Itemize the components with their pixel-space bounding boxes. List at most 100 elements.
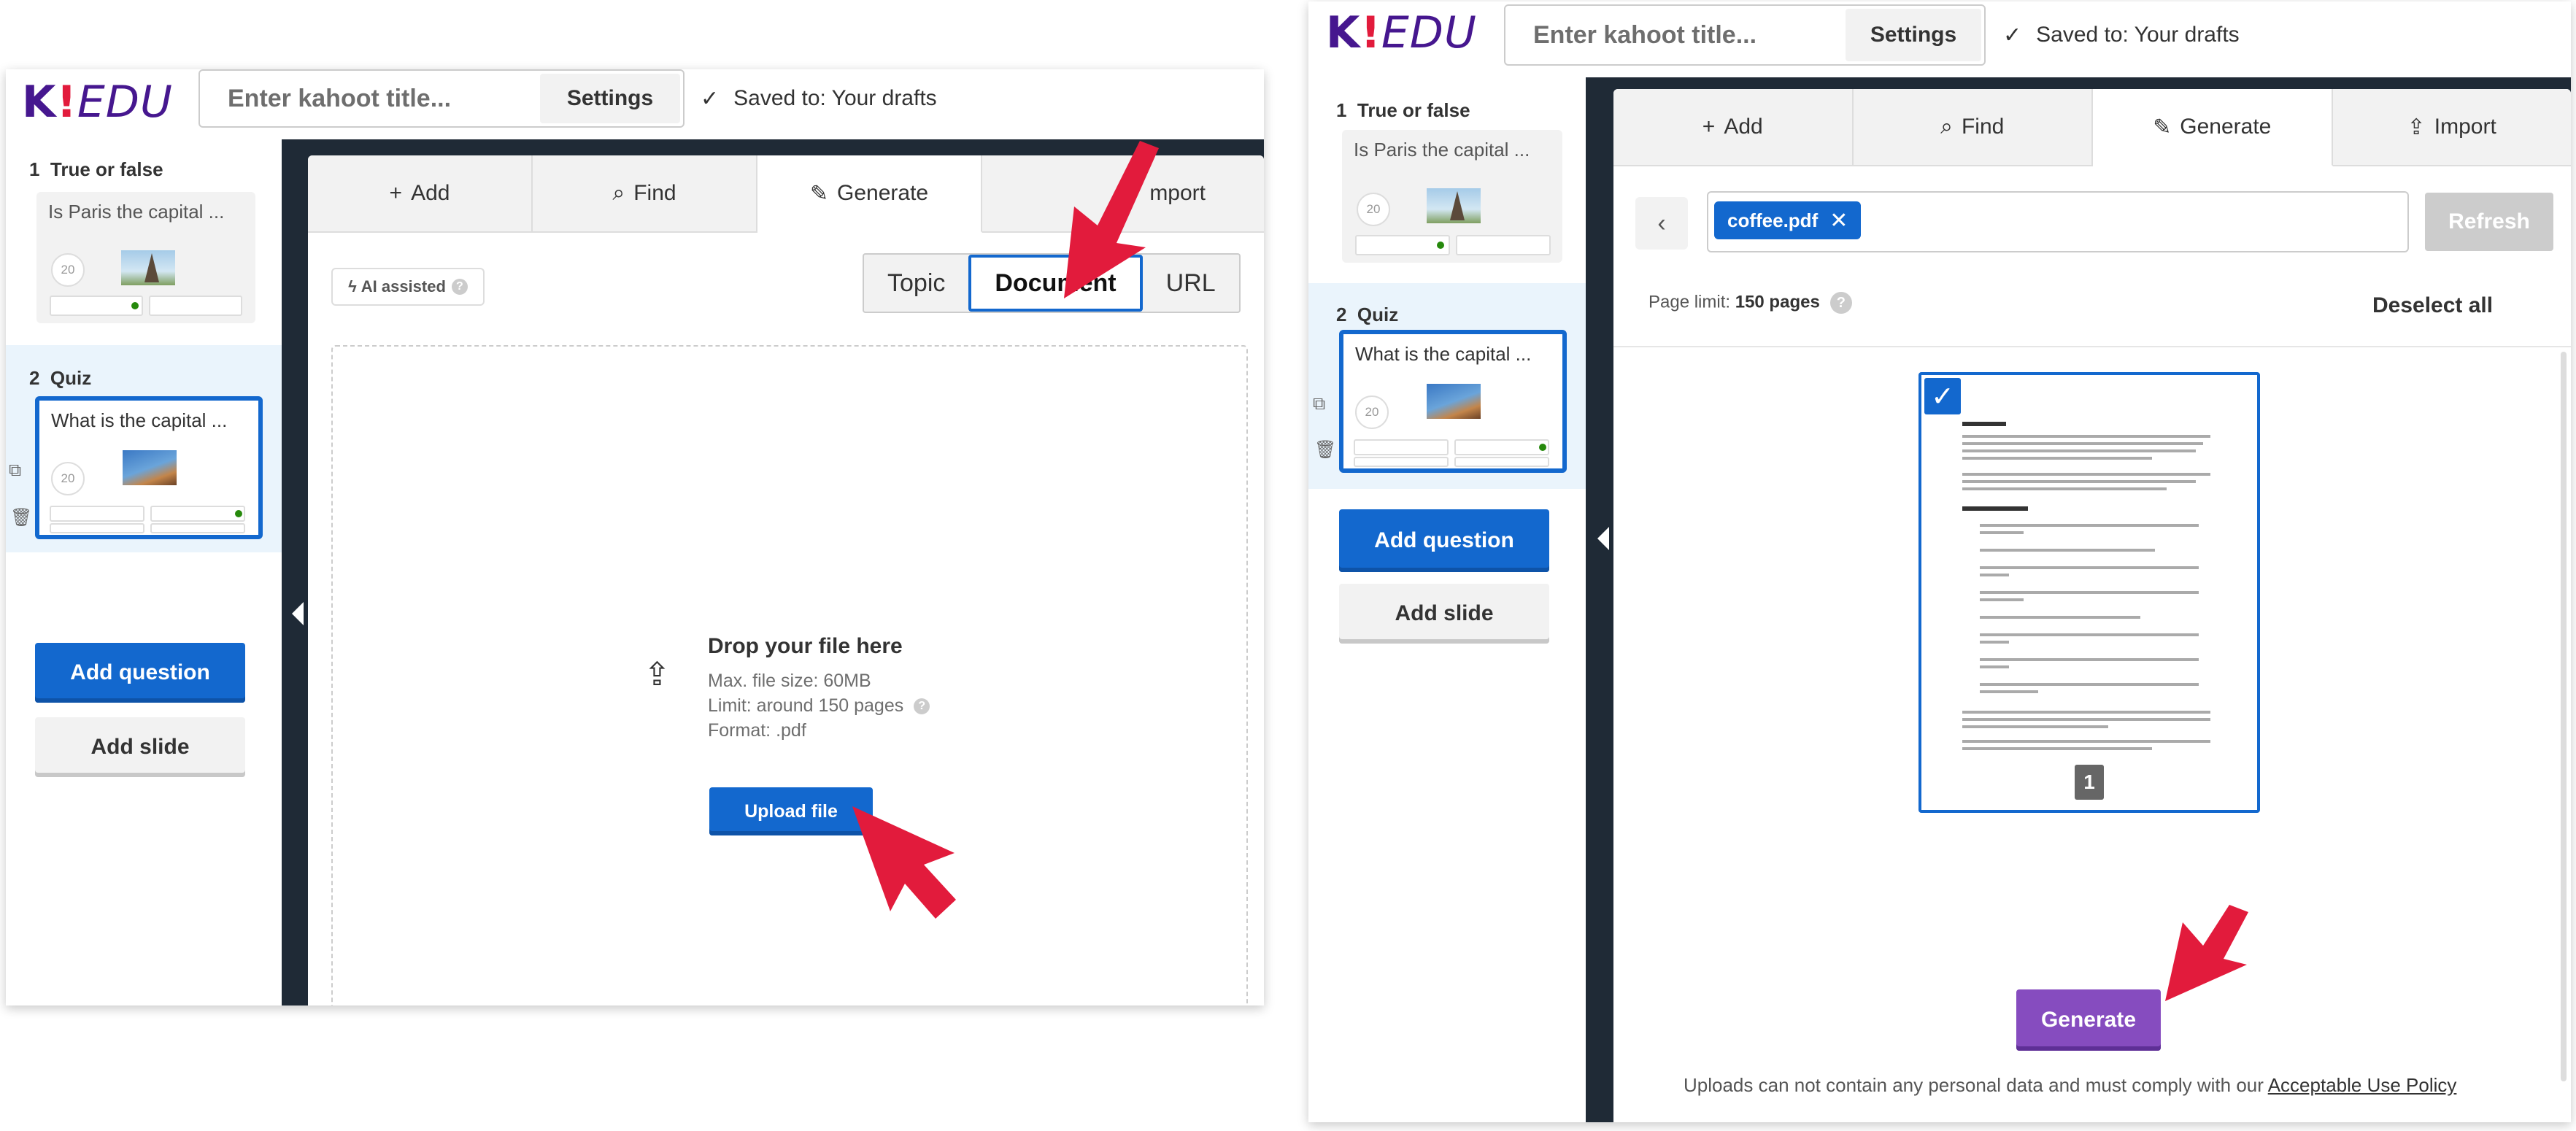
question-card-1[interactable]: Is Paris the capital ... 20 (1342, 130, 1562, 263)
close-icon[interactable]: ✕ (1829, 208, 1848, 233)
doc-bullet-line (1980, 616, 2140, 619)
doc-bullet-line (1980, 658, 2199, 661)
magic-wand-icon: ✎ (2153, 115, 2172, 139)
page-limit-note: Limit: around 150 pages? (708, 695, 930, 717)
add-slide-button[interactable]: Add slide (1339, 584, 1549, 644)
trash-icon[interactable]: 🗑 (1314, 439, 1336, 460)
source-topic[interactable]: Topic (864, 255, 968, 312)
help-icon[interactable]: ? (914, 698, 930, 715)
eiffel-tower-image (121, 250, 175, 285)
settings-button[interactable]: Settings (1846, 9, 1981, 61)
plus-icon: + (1702, 115, 1716, 139)
duplicate-icon[interactable]: ⧉ (9, 460, 21, 481)
timer-badge: 20 (51, 253, 85, 287)
tab-add[interactable]: + Add (308, 155, 533, 231)
add-question-button[interactable]: Add question (1339, 509, 1549, 572)
doc-text-line (1962, 473, 2210, 476)
doc-text-line (1962, 449, 2196, 452)
question-text: What is the capital ... (51, 409, 228, 431)
search-icon: ⌕ (1940, 115, 1953, 139)
dropzone-title: Drop your file here (708, 634, 903, 658)
kahoot-title-input[interactable]: Enter kahoot title... Settings (1504, 4, 1986, 66)
add-slide-button[interactable]: Add slide (35, 717, 245, 777)
kahoot-edu-logo[interactable]: K!EDU (22, 77, 173, 128)
doc-text-line (1962, 487, 2167, 490)
add-question-button[interactable]: Add question (35, 643, 245, 703)
pointer-notch (292, 602, 304, 625)
madrid-image (123, 450, 177, 485)
upload-icon: ⇪ (2407, 115, 2426, 139)
right-screenshot: K!EDU Enter kahoot title... Settings ✓ S… (1308, 1, 2571, 1122)
doc-bullet-line (1980, 598, 2024, 601)
doc-bullet-line (1980, 641, 2009, 644)
generate-button[interactable]: Generate (2016, 989, 2161, 1051)
chevron-left-icon: ‹ (1657, 209, 1666, 237)
policy-notice: Uploads can not contain any personal dat… (1684, 1074, 2457, 1096)
page-limit: Page limit: 150 pages? (1648, 292, 1852, 314)
answer-slot (150, 506, 245, 522)
doc-text-line (1962, 435, 2210, 438)
doc-bullet-line (1980, 524, 2199, 527)
file-chip[interactable]: coffee.pdf ✕ (1714, 201, 1862, 239)
file-dropzone[interactable]: ⇪ Drop your file here Max. file size: 60… (331, 345, 1248, 1005)
help-icon[interactable]: ? (1829, 292, 1852, 314)
tab-bar: + Add ⌕ Find ✎ Generate ⇪ Import (1613, 89, 2571, 166)
scrollbar[interactable] (2561, 352, 2567, 1081)
question-1-label: 1 True or false (1336, 99, 1470, 121)
tab-generate[interactable]: ✎ Generate (2093, 89, 2333, 166)
question-card-2[interactable]: What is the capital ... 20 (1339, 330, 1567, 473)
file-list-input[interactable]: coffee.pdf ✕ (1707, 191, 2409, 252)
doc-bullet-line (1980, 574, 2009, 576)
question-card-1[interactable]: Is Paris the capital ... 20 (36, 192, 255, 323)
doc-text-line (1962, 740, 2210, 743)
page-checkbox[interactable]: ✓ (1924, 378, 1961, 414)
timer-badge: 20 (1355, 395, 1389, 429)
annotation-arrow-upload (852, 806, 956, 919)
duplicate-icon[interactable]: ⧉ (1313, 394, 1325, 414)
check-icon: ✓ (701, 86, 720, 111)
upload-icon: ⇪ (644, 657, 671, 692)
doc-text-line (1962, 747, 2152, 750)
madrid-image (1427, 384, 1481, 419)
doc-bullet-line (1980, 549, 2155, 552)
doc-text-line (1962, 725, 2108, 728)
doc-bullet-line (1980, 591, 2199, 594)
magic-wand-icon: ✎ (809, 181, 829, 206)
answer-slot (1354, 457, 1449, 467)
tab-find[interactable]: ⌕ Find (533, 155, 757, 231)
question-text: Is Paris the capital ... (48, 201, 225, 223)
deselect-all-link[interactable]: Deselect all (2372, 293, 2493, 318)
doc-text-line (1962, 718, 2210, 721)
correct-indicator (1539, 444, 1546, 451)
check-icon: ✓ (2003, 23, 2022, 47)
doc-text-line (1962, 711, 2210, 714)
saved-status: ✓ Saved to: Your drafts (2003, 23, 2240, 47)
timer-badge: 20 (1357, 193, 1390, 226)
question-text: What is the capital ... (1355, 343, 1532, 365)
back-button[interactable]: ‹ (1635, 197, 1688, 250)
search-icon: ⌕ (612, 181, 625, 205)
question-sidebar: 1 True or false Is Paris the capital ...… (1308, 77, 1586, 1122)
doc-bullet-line (1980, 633, 2199, 636)
acceptable-use-policy-link[interactable]: Acceptable Use Policy (2268, 1074, 2457, 1096)
tab-import[interactable]: ⇪ Import (2333, 89, 2572, 165)
left-screenshot: K!EDU Enter kahoot title... Settings ✓ S… (6, 69, 1264, 1005)
file-format: Format: .pdf (708, 720, 806, 741)
pdf-page-thumbnail[interactable]: ✓ 1 (1918, 372, 2260, 813)
help-icon[interactable]: ? (451, 279, 468, 295)
refresh-button[interactable]: Refresh (2425, 193, 2553, 251)
settings-button[interactable]: Settings (540, 74, 680, 123)
tab-add[interactable]: + Add (1613, 89, 1854, 165)
answer-slot (1354, 439, 1449, 455)
question-card-2[interactable]: What is the capital ... 20 (35, 396, 263, 539)
tab-find[interactable]: ⌕ Find (1854, 89, 2093, 165)
tab-generate[interactable]: ✎ Generate (757, 155, 982, 233)
plus-icon: + (389, 181, 403, 205)
generate-modal: + Add ⌕ Find ✎ Generate ⇪ Import ‹ coffee.pd… (1613, 89, 2571, 1122)
kahoot-edu-logo[interactable]: K!EDU (1326, 7, 1477, 58)
question-2-label: 2 Quiz (1336, 304, 1399, 325)
trash-icon[interactable]: 🗑 (10, 507, 32, 528)
kahoot-title-input[interactable]: Enter kahoot title... Settings (198, 69, 685, 128)
answer-slot (50, 506, 144, 522)
answer-slot (1456, 235, 1551, 255)
